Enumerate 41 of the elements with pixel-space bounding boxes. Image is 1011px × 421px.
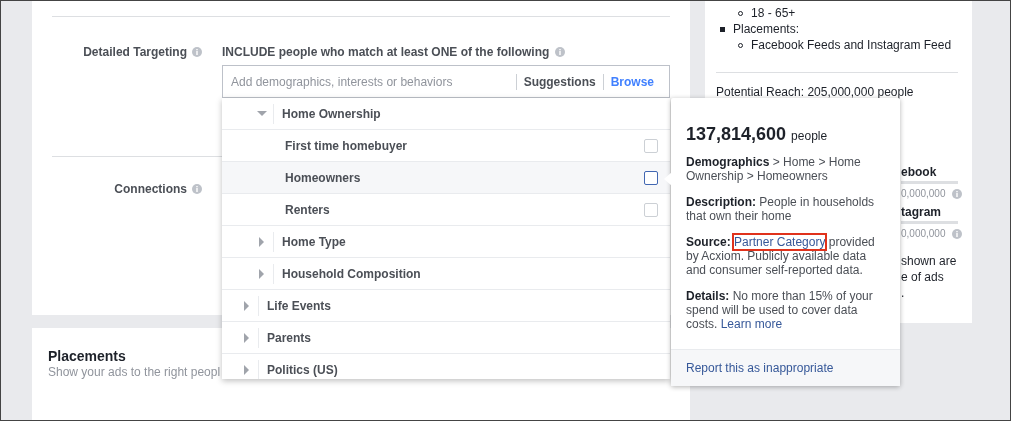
placement-heading: tagram [901,205,958,224]
reach-estimate: 0,000,000 [901,188,946,199]
placement-heading: ebook [901,165,958,184]
bullet-icon [720,26,725,32]
info-icon [555,47,566,57]
summary-item: Placements: [733,22,800,36]
info-icon [951,228,962,239]
summary-item: Facebook Feeds and Instagram Feed [751,38,952,52]
tree-item[interactable]: Life Events [222,290,670,322]
popup-paragraph: Demographics > Home > Home Ownership > Homeowners [686,155,862,183]
count-unit: people [791,129,828,143]
tree-option[interactable]: Homeowners [222,162,670,194]
note-text: e of ads [901,269,945,285]
info-icon [951,188,962,199]
checkbox[interactable] [644,170,658,185]
field-label: Connections [114,182,187,196]
reach-estimate: 0,000,000 [901,228,946,239]
link[interactable]: Learn more [720,317,783,331]
summary-item: 18 - 65+ [751,6,796,20]
tree-item[interactable]: Parents [222,322,670,354]
popup-paragraph: Description: People in households that own their home [686,195,876,223]
popup-paragraph: Source: Partner Category provided by Acxiom. Publicly available data and consumer self-reported data. [686,235,876,277]
note-text: . [901,285,906,301]
tree-item[interactable]: Home Type [222,226,670,258]
section-title: Placements [48,348,126,364]
note-text: shown are [901,253,958,269]
popup-paragraph: Details: No more than 15% of your spend will be used to cover data costs. Learn more [686,289,874,331]
search-field[interactable]: Add demographics, interests or behaviors Suggestions Browse [222,65,670,98]
tab[interactable]: Suggestions [515,73,603,90]
tab[interactable]: Browse [602,73,661,90]
tree-item[interactable]: Household Composition [222,258,670,290]
field-label: Detailed Targeting [83,45,187,59]
tree-item[interactable]: Home Ownership [222,98,670,130]
section-subtitle: Show your ads to the right peopl [48,365,221,379]
info-icon [192,47,202,57]
tree-option[interactable]: Renters [222,194,670,226]
info-icon [192,184,202,194]
link[interactable]: Partner Category [734,235,826,249]
potential-reach: Potential Reach: 205,000,000 people [716,85,915,99]
reach-count: 137,814,600 [686,124,787,145]
instruction-text: INCLUDE people who match at least ONE of the following [222,45,550,59]
